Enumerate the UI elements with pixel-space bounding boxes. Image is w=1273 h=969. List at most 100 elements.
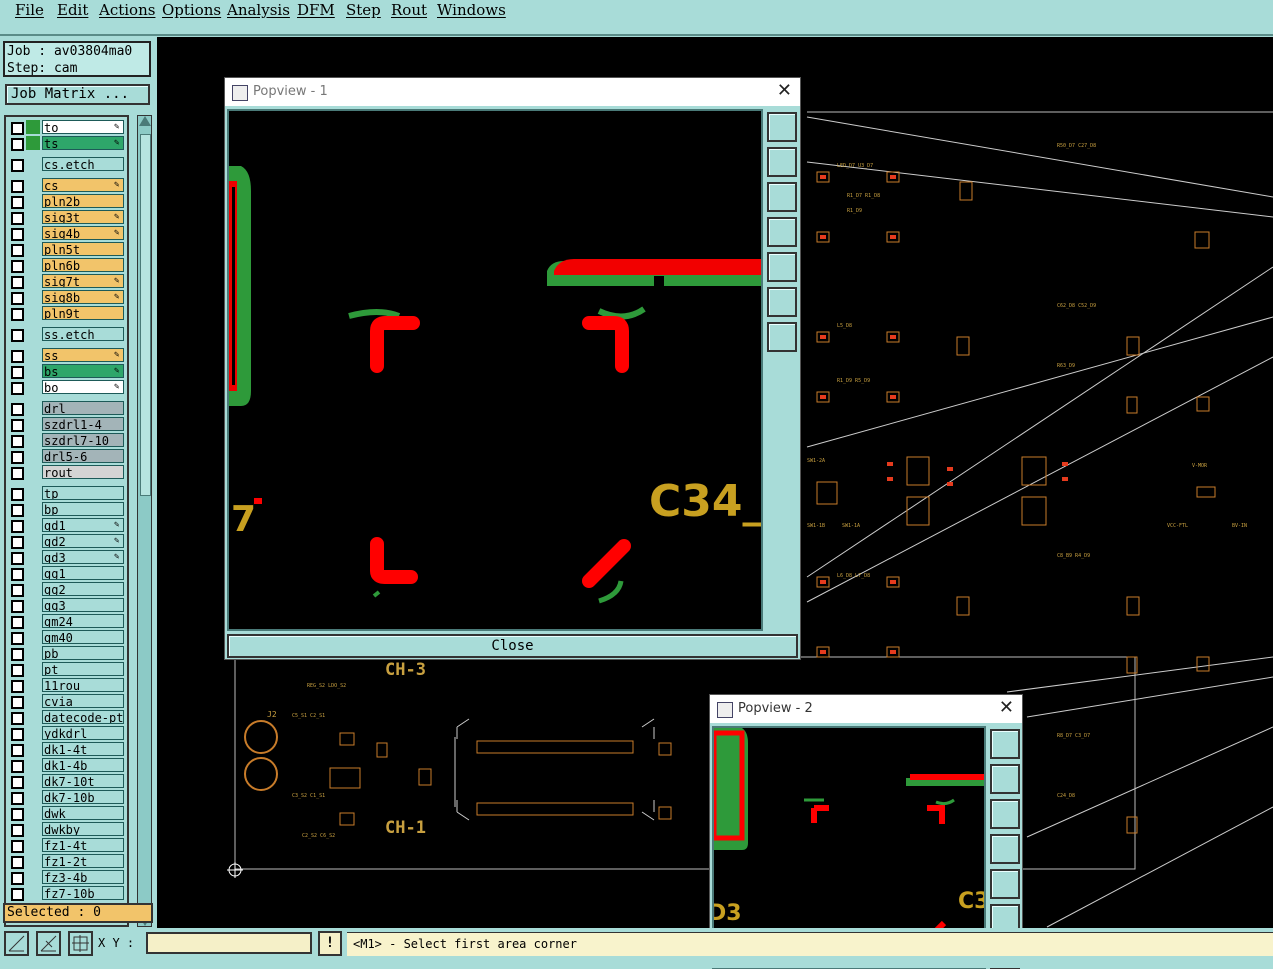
menu-actions[interactable]: Actions <box>99 1 155 19</box>
layer-checkbox[interactable] <box>11 403 24 416</box>
layer-name[interactable]: pln2b <box>42 194 124 208</box>
layer-row[interactable]: dwk <box>6 806 127 822</box>
layer-checkbox[interactable] <box>11 260 24 273</box>
layer-name[interactable]: gm24 <box>42 614 124 628</box>
pan-down-icon[interactable] <box>767 182 797 212</box>
zoom-in-icon[interactable] <box>767 287 797 317</box>
layer-name[interactable]: sig7t <box>42 274 124 288</box>
layer-name[interactable]: drl5-6 <box>42 449 124 463</box>
layer-checkbox[interactable] <box>11 888 24 901</box>
layer-checkbox[interactable] <box>11 292 24 305</box>
layer-checkbox[interactable] <box>11 824 24 837</box>
layer-row[interactable]: ss ✎ <box>6 348 127 364</box>
layer-checkbox[interactable] <box>11 276 24 289</box>
layer-checkbox[interactable] <box>11 196 24 209</box>
layer-row[interactable]: tp <box>6 486 127 502</box>
layer-row[interactable]: sig4b ✎ <box>6 226 127 242</box>
layer-row[interactable]: dk7-10b <box>6 790 127 806</box>
close-button[interactable]: Close <box>227 634 798 658</box>
menu-edit[interactable]: Edit <box>57 1 88 19</box>
layer-name[interactable]: dwkby <box>42 822 124 836</box>
layer-name[interactable]: pln5t <box>42 242 124 256</box>
layer-name[interactable]: gg1 <box>42 566 124 580</box>
zoom-out-icon[interactable] <box>767 322 797 352</box>
layer-row[interactable]: fz1-4t <box>6 838 127 854</box>
layer-checkbox[interactable] <box>11 872 24 885</box>
layer-checkbox[interactable] <box>11 760 24 773</box>
layer-name[interactable]: dk7-10t <box>42 774 124 788</box>
layer-checkbox[interactable] <box>11 664 24 677</box>
layer-checkbox[interactable] <box>11 776 24 789</box>
pan-left-icon[interactable] <box>990 834 1020 864</box>
zoom-home-icon[interactable] <box>990 729 1020 759</box>
layer-name[interactable]: ts <box>42 136 124 150</box>
layer-checkbox[interactable] <box>11 382 24 395</box>
layer-checkbox[interactable] <box>11 680 24 693</box>
layer-name[interactable]: szdrl7-10 <box>42 433 124 447</box>
layer-checkbox[interactable] <box>11 451 24 464</box>
layer-row[interactable]: dwkby <box>6 822 127 838</box>
menu-step[interactable]: Step <box>346 1 381 19</box>
popview-2-titlebar[interactable]: Popview - 2 ✕ <box>710 695 1022 723</box>
layer-row[interactable]: pt <box>6 662 127 678</box>
layer-name[interactable]: cvia <box>42 694 124 708</box>
layer-row[interactable]: gg2 <box>6 582 127 598</box>
layer-checkbox[interactable] <box>11 504 24 517</box>
layer-row[interactable]: szdrl7-10 <box>6 433 127 449</box>
layer-checkbox[interactable] <box>11 308 24 321</box>
layer-name[interactable]: fz1-4t <box>42 838 124 852</box>
zoom-home-icon[interactable] <box>767 112 797 142</box>
layer-name[interactable]: to <box>42 120 124 134</box>
layer-row[interactable]: gg1 <box>6 566 127 582</box>
layer-checkbox[interactable] <box>11 648 24 661</box>
layer-name[interactable]: sig3t <box>42 210 124 224</box>
layer-row[interactable]: dk1-4b <box>6 758 127 774</box>
popview-1-titlebar[interactable]: Popview - 1 ✕ <box>225 78 800 106</box>
scroll-up-icon[interactable] <box>139 116 151 126</box>
layer-list-scrollbar[interactable] <box>137 115 152 927</box>
layer-row[interactable]: 11rou <box>6 678 127 694</box>
layer-checkbox[interactable] <box>11 696 24 709</box>
layer-name[interactable]: datecode-pt <box>42 710 124 724</box>
layer-checkbox[interactable] <box>11 435 24 448</box>
layer-row[interactable]: drl <box>6 401 127 417</box>
layer-checkbox[interactable] <box>11 808 24 821</box>
layer-name[interactable]: drl <box>42 401 124 415</box>
layer-checkbox[interactable] <box>11 712 24 725</box>
layer-row[interactable]: to ✎ <box>6 120 127 136</box>
layer-row[interactable]: gm24 <box>6 614 127 630</box>
layer-row[interactable]: bo ✎ <box>6 380 127 396</box>
layer-checkbox[interactable] <box>11 840 24 853</box>
layer-row[interactable]: cs ✎ <box>6 178 127 194</box>
pan-up-icon[interactable] <box>767 147 797 177</box>
layer-row[interactable]: fz7-10b <box>6 886 127 902</box>
layer-name[interactable]: sig8b <box>42 290 124 304</box>
layer-name[interactable]: gd1 <box>42 518 124 532</box>
layer-name[interactable]: gd3 <box>42 550 124 564</box>
menu-analysis[interactable]: Analysis <box>227 1 290 19</box>
layer-checkbox[interactable] <box>11 180 24 193</box>
layer-checkbox[interactable] <box>11 228 24 241</box>
layer-row[interactable]: gd3 ✎ <box>6 550 127 566</box>
layer-checkbox[interactable] <box>11 744 24 757</box>
pan-up-icon[interactable] <box>990 764 1020 794</box>
layer-name[interactable]: gm40 <box>42 630 124 644</box>
layer-name[interactable]: ydkdrl <box>42 726 124 740</box>
layer-row[interactable]: pb <box>6 646 127 662</box>
menu-options[interactable]: Options <box>162 1 221 19</box>
layer-name[interactable]: dk7-10b <box>42 790 124 804</box>
layer-checkbox[interactable] <box>11 488 24 501</box>
job-matrix-button[interactable]: Job Matrix ... <box>5 84 150 105</box>
layer-name[interactable]: pln9t <box>42 306 124 320</box>
layer-name[interactable]: dk1-4t <box>42 742 124 756</box>
layer-checkbox[interactable] <box>11 122 24 135</box>
layer-checkbox[interactable] <box>11 159 24 172</box>
alert-icon[interactable]: ! <box>318 931 342 956</box>
pan-right-icon[interactable] <box>767 252 797 282</box>
layer-color-swatch[interactable] <box>26 136 40 150</box>
grid-icon[interactable] <box>68 931 93 956</box>
close-icon[interactable]: ✕ <box>999 697 1014 718</box>
layer-row[interactable]: gg3 <box>6 598 127 614</box>
layer-row[interactable]: ydkdrl <box>6 726 127 742</box>
layer-checkbox[interactable] <box>11 536 24 549</box>
